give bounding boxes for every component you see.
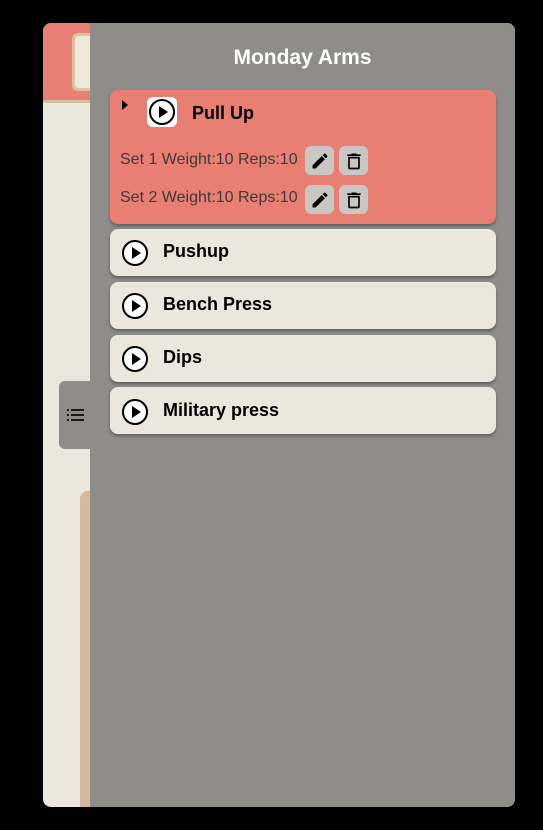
drawer-toggle-button[interactable] bbox=[59, 381, 93, 449]
pencil-icon bbox=[312, 152, 328, 168]
pencil-icon bbox=[312, 191, 328, 207]
app-window: Monday Arms Pull Up Set 1 Weight:10 Reps… bbox=[43, 23, 515, 807]
play-button[interactable] bbox=[122, 346, 148, 372]
set-row: Set 2 Weight:10 Reps:10 bbox=[120, 189, 298, 206]
exercise-name: Military press bbox=[163, 400, 280, 420]
delete-set-button[interactable] bbox=[339, 185, 368, 214]
delete-set-button[interactable] bbox=[339, 146, 368, 175]
play-button[interactable] bbox=[122, 240, 148, 266]
exercise-item-pull-up[interactable]: Pull Up Set 1 Weight:10 Reps:10 Set 2 We… bbox=[110, 90, 496, 224]
workout-drawer: Monday Arms Pull Up Set 1 Weight:10 Reps… bbox=[90, 23, 515, 807]
exercise-name: Bench Press bbox=[163, 294, 273, 314]
edit-set-button[interactable] bbox=[305, 146, 334, 175]
exercise-item-military-press[interactable]: Military press bbox=[110, 387, 496, 434]
exercise-item-dips[interactable]: Dips bbox=[110, 335, 496, 382]
exercise-name: Pull Up bbox=[192, 103, 254, 123]
list-icon bbox=[67, 409, 84, 421]
play-button[interactable] bbox=[147, 97, 177, 127]
trash-icon bbox=[346, 153, 361, 169]
exercise-name: Pushup bbox=[163, 241, 229, 261]
play-icon bbox=[132, 406, 141, 418]
set-row: Set 1 Weight:10 Reps:10 bbox=[120, 151, 298, 168]
play-icon bbox=[132, 247, 141, 259]
play-icon bbox=[132, 353, 141, 365]
edit-set-button[interactable] bbox=[305, 185, 334, 214]
drawer-title: Monday Arms bbox=[233, 46, 372, 69]
play-button[interactable] bbox=[122, 399, 148, 425]
exercise-name: Dips bbox=[163, 347, 203, 367]
trash-icon bbox=[346, 192, 361, 208]
play-icon bbox=[149, 99, 175, 125]
exercise-item-bench-press[interactable]: Bench Press bbox=[110, 282, 496, 329]
expand-caret-icon[interactable] bbox=[122, 100, 128, 110]
exercise-item-pushup[interactable]: Pushup bbox=[110, 229, 496, 276]
play-button[interactable] bbox=[122, 293, 148, 319]
play-icon bbox=[132, 300, 141, 312]
